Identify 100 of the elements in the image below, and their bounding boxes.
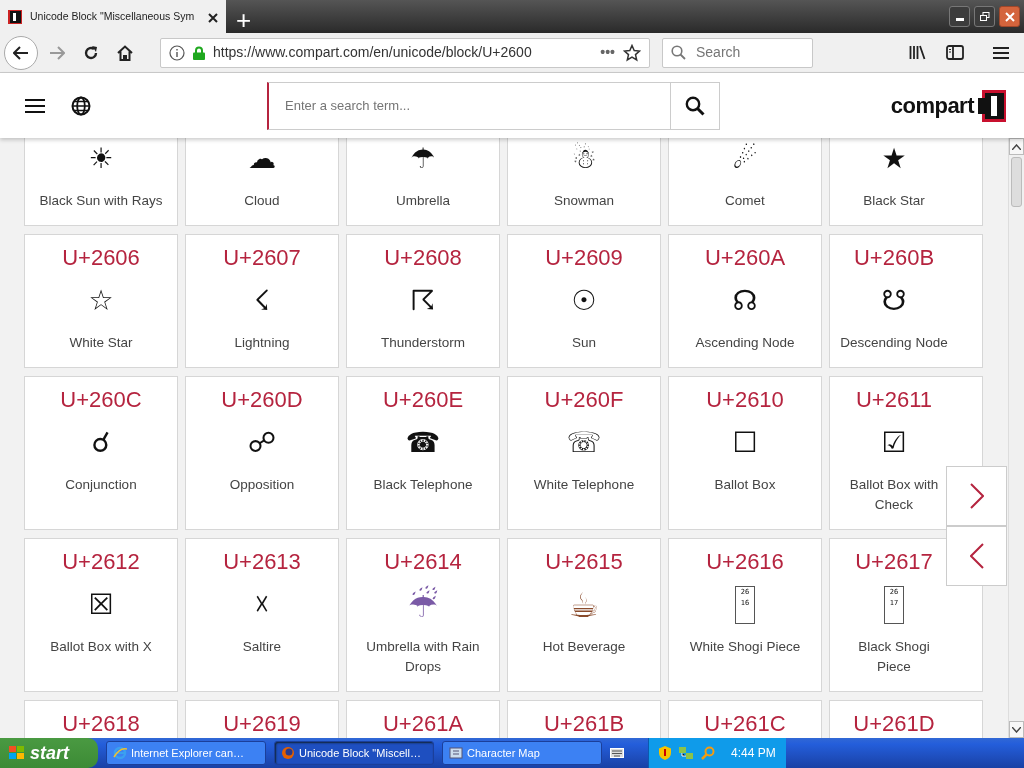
close-button[interactable]	[999, 6, 1020, 27]
character-name: Black Shogi Piece	[857, 638, 931, 676]
character-card[interactable]: U+260C ☌ Conjunction	[24, 376, 178, 530]
character-glyph: ☏	[565, 424, 603, 461]
search-icon	[671, 45, 686, 60]
taskbar-button[interactable]: Character Map	[442, 741, 602, 765]
character-name: Cloud	[243, 192, 281, 210]
new-tab-button[interactable]: +	[226, 7, 262, 33]
character-card[interactable]: U+260E ☎ Black Telephone	[346, 376, 500, 530]
character-code: U+260F	[543, 386, 625, 414]
character-card[interactable]: U+2619	[185, 700, 339, 738]
address-bar[interactable]: https://www.compart.com/en/unicode/block/U+2600 •••	[160, 37, 650, 68]
character-card[interactable]: ☁ Cloud	[185, 138, 339, 226]
character-name: Black Star	[862, 192, 926, 210]
character-code: U+2615	[544, 548, 624, 576]
browser-icon	[281, 746, 295, 760]
browser-search-field[interactable]: Search	[662, 37, 813, 68]
character-code: U+260D	[220, 386, 304, 414]
character-card[interactable]: U+2606 ☆ White Star	[24, 234, 178, 368]
restore-button[interactable]	[974, 6, 995, 27]
character-code: U+260B	[852, 244, 936, 272]
scrollbar[interactable]	[1008, 138, 1024, 738]
close-icon	[1004, 11, 1015, 22]
character-card[interactable]: ☃ Snowman	[507, 138, 661, 226]
character-name: Ballot Box	[713, 476, 777, 494]
chevron-right-icon	[969, 483, 984, 509]
character-glyph: ☔	[406, 583, 440, 627]
character-card[interactable]: ☂ Umbrella	[346, 138, 500, 226]
character-card[interactable]: U+261A	[346, 700, 500, 738]
character-code: U+260E	[381, 386, 465, 414]
character-name: Ascending Node	[694, 334, 796, 352]
character-card[interactable]: U+2615 ☕ Hot Beverage	[507, 538, 661, 692]
character-code: U+2606	[61, 244, 141, 272]
character-card[interactable]: U+2612 ☒ Ballot Box with X	[24, 538, 178, 692]
character-card[interactable]: U+260A ☊ Ascending Node	[668, 234, 822, 368]
character-code: U+2617	[854, 548, 934, 576]
shield-icon	[659, 746, 671, 760]
character-name: White Shogi Piece	[688, 638, 802, 656]
character-card[interactable]: U+2611 ☑ Ballot Box with Check	[829, 376, 983, 530]
site-search-field[interactable]: Enter a search term...	[267, 81, 720, 130]
search-icon	[701, 746, 715, 760]
scroll-down-button[interactable]	[1009, 721, 1024, 738]
character-card[interactable]: U+260D ☍ Opposition	[185, 376, 339, 530]
character-card[interactable]: U+2613 ☓ Saltire	[185, 538, 339, 692]
character-card[interactable]: U+261C	[668, 700, 822, 738]
character-card[interactable]: ☀ Black Sun with Rays	[24, 138, 178, 226]
character-code: U+2613	[222, 548, 302, 576]
page-actions-button[interactable]: •••	[600, 42, 615, 63]
character-card[interactable]: U+2614 ☔ Umbrella with Rain Drops	[346, 538, 500, 692]
scroll-thumb[interactable]	[1011, 157, 1022, 207]
character-glyph: ☁	[247, 140, 277, 177]
back-button[interactable]	[4, 35, 38, 70]
menu-icon	[993, 45, 1009, 60]
site-logo-text[interactable]: compart	[890, 89, 974, 122]
character-card[interactable]: U+2608 ☈ Thunderstorm	[346, 234, 500, 368]
character-glyph: ☎	[404, 424, 442, 461]
character-code: U+2607	[222, 244, 302, 272]
restore-icon	[979, 11, 990, 22]
character-card[interactable]: U+261D	[829, 700, 983, 738]
taskbar-button[interactable]: Internet Explorer can…	[106, 741, 266, 765]
character-card[interactable]: U+260F ☏ White Telephone	[507, 376, 661, 530]
character-glyph: ☀	[87, 140, 115, 177]
star-icon[interactable]	[623, 43, 641, 62]
taskbar-button[interactable]: Unicode Block "Miscell…	[274, 741, 434, 765]
character-code: U+2616	[705, 548, 785, 576]
character-name: Thunderstorm	[379, 334, 466, 352]
caret-icon	[1012, 726, 1021, 733]
character-glyph: ☃	[570, 140, 598, 177]
character-card[interactable]: ☄ Comet	[668, 138, 822, 226]
chevron-left-icon	[969, 543, 984, 569]
character-name: Umbrella with Rain Drops	[365, 638, 481, 676]
start-button[interactable]: start	[0, 738, 98, 768]
character-glyph: ☑	[880, 424, 908, 461]
character-name: Snowman	[552, 192, 615, 210]
network-icon	[679, 746, 693, 760]
character-card[interactable]: ★ Black Star	[829, 138, 983, 226]
character-glyph: ☂	[409, 140, 437, 177]
scroll-up-button[interactable]	[1009, 138, 1024, 155]
character-name: Sun	[571, 334, 597, 352]
browser-tab[interactable]: Unicode Block "Miscellaneous Sym	[0, 0, 226, 33]
info-icon	[169, 44, 185, 61]
minimize-button[interactable]	[949, 6, 970, 27]
character-code: U+260A	[703, 244, 787, 272]
character-card[interactable]: U+2609 ☉ Sun	[507, 234, 661, 368]
character-name: Black Sun with Rays	[38, 192, 164, 210]
character-name: White Telephone	[532, 476, 636, 494]
character-code: U+2611	[854, 386, 933, 414]
character-card[interactable]: U+2618	[24, 700, 178, 738]
character-name: Ballot Box with Check	[848, 476, 940, 514]
character-card[interactable]: U+2610 ☐ Ballot Box	[668, 376, 822, 530]
character-glyph: ☐	[731, 424, 759, 461]
character-code: U+261B	[542, 710, 626, 738]
site-logo-icon	[8, 9, 22, 24]
character-card[interactable]: U+261B	[507, 700, 661, 738]
character-glyph: ☈	[409, 282, 437, 319]
character-card[interactable]: U+260B ☋ Descending Node	[829, 234, 983, 368]
character-code: U+2608	[383, 244, 463, 272]
character-card[interactable]: U+2607 ☇ Lightning	[185, 234, 339, 368]
character-code: U+2614	[383, 548, 463, 576]
character-glyph: ☕	[567, 583, 601, 627]
